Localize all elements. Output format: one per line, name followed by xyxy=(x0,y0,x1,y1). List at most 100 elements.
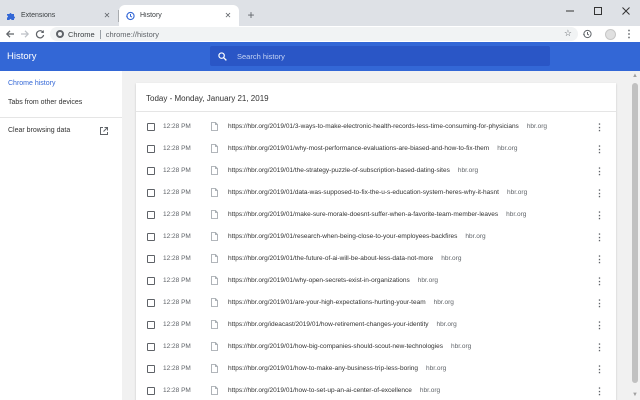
more-actions-icon[interactable]: ⋮ xyxy=(595,341,604,353)
entry-url[interactable]: https://hbr.org/2019/01/the-future-of-ai… xyxy=(228,255,433,262)
entry-domain: hbr.org xyxy=(526,123,548,130)
history-entry[interactable]: 12:28 PM https://hbr.org/2019/01/the-futu… xyxy=(136,248,616,270)
tab-history[interactable]: History ✕ xyxy=(119,5,239,26)
history-entry[interactable]: 12:28 PM https://hbr.org/2019/01/are-your… xyxy=(136,292,616,314)
entry-checkbox[interactable] xyxy=(147,233,155,241)
new-tab-button[interactable]: + xyxy=(243,7,259,23)
sidebar-item-chrome-history[interactable]: Chrome history xyxy=(8,80,55,87)
more-actions-icon[interactable]: ⋮ xyxy=(595,275,604,287)
more-actions-icon[interactable]: ⋮ xyxy=(595,121,604,133)
page-icon xyxy=(211,364,218,373)
search-box[interactable] xyxy=(210,46,550,66)
star-icon[interactable]: ☆ xyxy=(564,28,572,39)
sidebar-item-other-devices[interactable]: Tabs from other devices xyxy=(8,99,82,106)
entry-url[interactable]: https://hbr.org/2019/01/why-most-perform… xyxy=(228,145,489,152)
entry-checkbox[interactable] xyxy=(147,145,155,153)
history-entry[interactable]: 12:28 PM https://hbr.org/2019/01/data-was… xyxy=(136,182,616,204)
entry-link[interactable]: https://hbr.org/2019/01/3-ways-to-make-e… xyxy=(228,123,547,130)
scrollbar[interactable]: ▲ ▼ xyxy=(630,71,640,400)
entry-domain: hbr.org xyxy=(497,145,518,152)
entry-time: 12:28 PM xyxy=(163,365,191,372)
history-icon[interactable] xyxy=(580,27,594,41)
history-entry[interactable]: 12:28 PM https://hbr.org/2019/01/why-most… xyxy=(136,138,616,160)
history-entry[interactable]: 12:28 PM https://hbr.org/2019/01/how-to-s… xyxy=(136,380,616,400)
more-actions-icon[interactable]: ⋮ xyxy=(595,297,604,309)
history-entry[interactable]: 12:28 PM https://hbr.org/ideacast/2019/01… xyxy=(136,314,616,336)
history-entry[interactable]: 12:28 PM https://hbr.org/2019/01/3-ways-t… xyxy=(136,116,616,138)
entry-link[interactable]: https://hbr.org/2019/01/why-open-secrets… xyxy=(228,277,438,284)
page-icon xyxy=(211,210,218,219)
address-bar[interactable]: Chrome chrome://history ☆ xyxy=(50,27,578,41)
more-actions-icon[interactable]: ⋮ xyxy=(595,253,604,265)
entry-checkbox[interactable] xyxy=(147,277,155,285)
entry-link[interactable]: https://hbr.org/2019/01/how-to-set-up-an… xyxy=(228,387,440,394)
page-icon xyxy=(211,276,218,285)
more-actions-icon[interactable]: ⋮ xyxy=(595,231,604,243)
entry-link[interactable]: https://hbr.org/2019/01/the-strategy-puz… xyxy=(228,167,478,174)
entry-checkbox[interactable] xyxy=(147,387,155,395)
entry-url[interactable]: https://hbr.org/2019/01/3-ways-to-make-e… xyxy=(228,123,519,130)
profile-avatar[interactable] xyxy=(603,27,617,41)
entry-checkbox[interactable] xyxy=(147,365,155,373)
entry-link[interactable]: https://hbr.org/2019/01/how-to-make-any-… xyxy=(228,365,446,372)
more-actions-icon[interactable]: ⋮ xyxy=(595,319,604,331)
history-entry[interactable]: 12:28 PM https://hbr.org/2019/01/make-sur… xyxy=(136,204,616,226)
entry-url[interactable]: https://hbr.org/2019/01/how-big-companie… xyxy=(228,343,443,350)
close-icon[interactable]: ✕ xyxy=(223,11,233,21)
window-close-icon[interactable] xyxy=(612,0,640,22)
url-text[interactable]: chrome://history xyxy=(106,30,159,39)
entry-checkbox[interactable] xyxy=(147,321,155,329)
menu-icon[interactable]: ⋮ xyxy=(622,27,636,41)
entry-checkbox[interactable] xyxy=(147,211,155,219)
entry-checkbox[interactable] xyxy=(147,123,155,131)
back-icon[interactable] xyxy=(3,27,17,41)
more-actions-icon[interactable]: ⋮ xyxy=(595,165,604,177)
more-actions-icon[interactable]: ⋮ xyxy=(595,143,604,155)
history-entry[interactable]: 12:28 PM https://hbr.org/2019/01/why-open… xyxy=(136,270,616,292)
entry-link[interactable]: https://hbr.org/2019/01/research-when-be… xyxy=(228,233,486,240)
scrollbar-thumb[interactable] xyxy=(632,83,638,383)
entry-domain: hbr.org xyxy=(426,365,447,372)
minimize-icon[interactable] xyxy=(556,0,584,22)
more-actions-icon[interactable]: ⋮ xyxy=(595,209,604,221)
scroll-up-icon[interactable]: ▲ xyxy=(631,72,639,80)
entry-link[interactable]: https://hbr.org/2019/01/are-your-high-ex… xyxy=(228,299,454,306)
history-entry[interactable]: 12:28 PM https://hbr.org/2019/01/the-stra… xyxy=(136,160,616,182)
reload-icon[interactable] xyxy=(33,27,47,41)
entry-link[interactable]: https://hbr.org/2019/01/the-future-of-ai… xyxy=(228,255,461,262)
close-icon[interactable]: ✕ xyxy=(102,11,112,21)
entry-checkbox[interactable] xyxy=(147,343,155,351)
entry-checkbox[interactable] xyxy=(147,189,155,197)
history-entry[interactable]: 12:28 PM https://hbr.org/2019/01/how-to-m… xyxy=(136,358,616,380)
entry-url[interactable]: https://hbr.org/2019/01/the-strategy-puz… xyxy=(228,167,450,174)
more-actions-icon[interactable]: ⋮ xyxy=(595,363,604,375)
entry-checkbox[interactable] xyxy=(147,299,155,307)
sidebar-item-clear-data[interactable]: Clear browsing data xyxy=(8,127,70,134)
more-actions-icon[interactable]: ⋮ xyxy=(595,385,604,397)
tab-extensions[interactable]: Extensions ✕ xyxy=(0,5,118,26)
entry-url[interactable]: https://hbr.org/2019/01/how-to-set-up-an… xyxy=(228,387,412,394)
maximize-icon[interactable] xyxy=(584,0,612,22)
entry-url[interactable]: https://hbr.org/2019/01/make-sure-morale… xyxy=(228,211,498,218)
entry-url[interactable]: https://hbr.org/2019/01/how-to-make-any-… xyxy=(228,365,418,372)
more-actions-icon[interactable]: ⋮ xyxy=(595,187,604,199)
entry-url[interactable]: https://hbr.org/2019/01/are-your-high-ex… xyxy=(228,299,426,306)
entry-url[interactable]: https://hbr.org/ideacast/2019/01/how-ret… xyxy=(228,321,429,328)
scroll-down-icon[interactable]: ▼ xyxy=(631,391,639,399)
history-entry[interactable]: 12:28 PM https://hbr.org/2019/01/research… xyxy=(136,226,616,248)
entry-checkbox[interactable] xyxy=(147,167,155,175)
entry-link[interactable]: https://hbr.org/2019/01/make-sure-morale… xyxy=(228,211,526,218)
entry-url[interactable]: https://hbr.org/2019/01/data-was-suppose… xyxy=(228,189,499,196)
entry-link[interactable]: https://hbr.org/2019/01/why-most-perform… xyxy=(228,145,517,152)
history-entry[interactable]: 12:28 PM https://hbr.org/2019/01/how-big-… xyxy=(136,336,616,358)
entry-link[interactable]: https://hbr.org/ideacast/2019/01/how-ret… xyxy=(228,321,457,328)
entry-checkbox[interactable] xyxy=(147,255,155,263)
entry-url[interactable]: https://hbr.org/2019/01/research-when-be… xyxy=(228,233,457,240)
divider xyxy=(99,29,101,39)
entry-link[interactable]: https://hbr.org/2019/01/how-big-companie… xyxy=(228,343,471,350)
search-input[interactable] xyxy=(237,51,537,61)
forward-icon[interactable] xyxy=(18,27,32,41)
entry-link[interactable]: https://hbr.org/2019/01/data-was-suppose… xyxy=(228,189,527,196)
entry-url[interactable]: https://hbr.org/2019/01/why-open-secrets… xyxy=(228,277,410,284)
external-link-icon[interactable] xyxy=(99,126,109,136)
